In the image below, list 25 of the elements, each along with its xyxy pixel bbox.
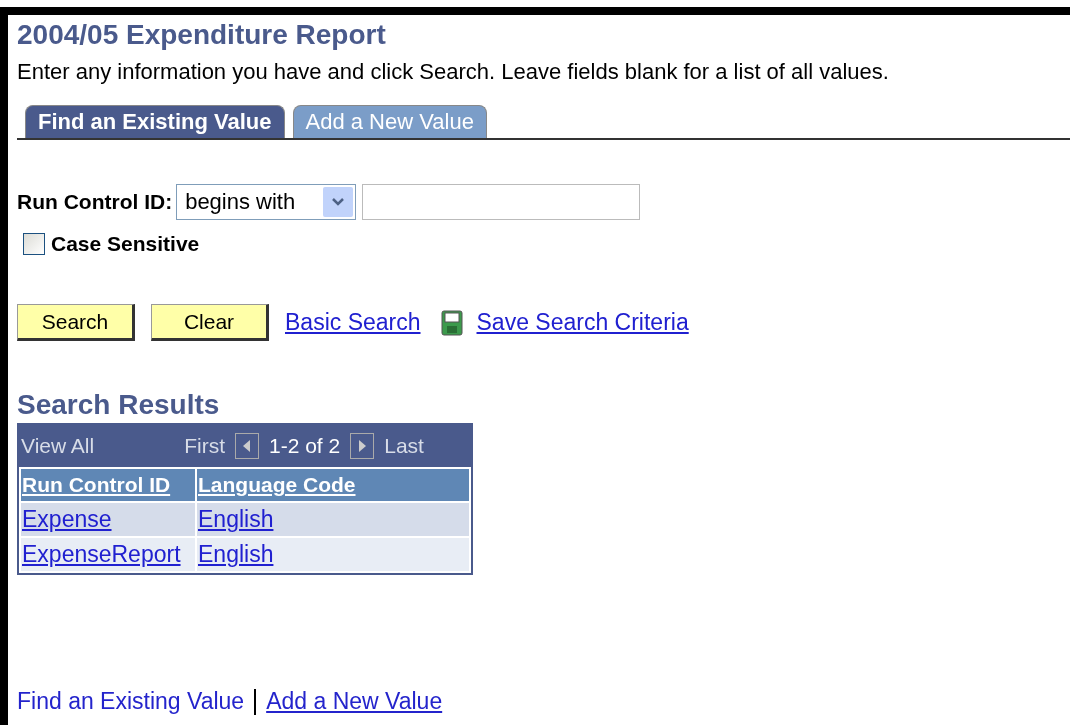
view-all-text: View All (21, 434, 95, 458)
save-icon[interactable] (440, 309, 463, 336)
previous-button[interactable] (235, 433, 259, 459)
search-link[interactable]: Basic Search (285, 309, 421, 336)
tab[interactable]: Find an Existing Value (25, 105, 285, 138)
checkbox-label: Case Sensitive (51, 232, 200, 256)
input-field[interactable] (362, 184, 641, 220)
action-button[interactable]: Clear (151, 304, 269, 341)
page-link[interactable]: Find an Existing Value (17, 688, 245, 715)
checkbox[interactable] (23, 233, 45, 255)
action-button[interactable]: Search (17, 304, 135, 341)
operator-dropdown[interactable]: begins with (176, 184, 357, 220)
page-title: 2004/05 Expenditure Report (17, 19, 387, 51)
caret-icon (331, 197, 346, 207)
left-triangle-icon (243, 440, 251, 452)
page-link[interactable]: Add a New Value (266, 688, 443, 715)
page-range: 1-2 of 2 (269, 434, 341, 458)
instructions-text: Enter any information you have and click Search. Leave fields blank for a list of all values. (17, 59, 890, 85)
first-text: First (184, 434, 225, 458)
field-label: Run Control ID: (17, 190, 173, 214)
next-button[interactable] (350, 433, 375, 459)
last-text: Last (384, 434, 424, 458)
right-triangle-icon (358, 440, 367, 452)
search-link[interactable]: Save Search Criteria (476, 309, 689, 336)
section-title: Search Results (17, 389, 221, 421)
